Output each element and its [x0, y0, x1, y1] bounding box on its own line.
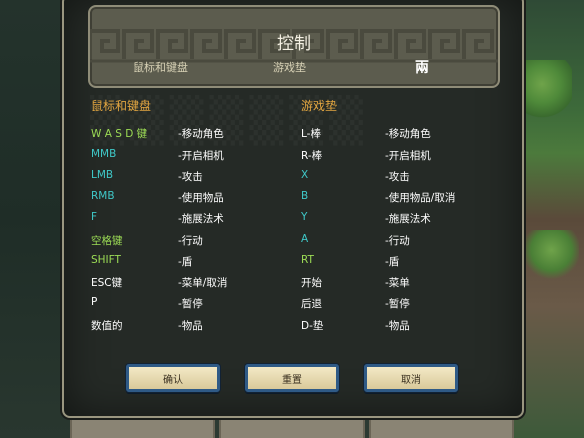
confirm-button[interactable]: 确认 [126, 364, 220, 392]
keyboard-key-label: P [91, 296, 98, 308]
gamepad-action-label: -使用物品/取消 [385, 192, 456, 204]
keyboard-action-label: -盾 [178, 256, 193, 268]
keyboard-key-label: ESC键 [91, 277, 123, 289]
keyboard-action-label: -施展法术 [178, 213, 224, 225]
tab-gamepad[interactable]: 游戏垫 [273, 59, 306, 75]
keyboard-action-label: -暂停 [178, 298, 203, 310]
gamepad-key-label: RT [301, 254, 314, 266]
keyboard-action-label: -移动角色 [178, 128, 224, 140]
gamepad-action-label: -暂停 [385, 298, 410, 310]
keyboard-action-label: -物品 [178, 320, 203, 332]
keyboard-key-label: MMB [91, 148, 117, 160]
background-scenery-left [0, 0, 70, 438]
gamepad-action-label: -菜单 [385, 277, 410, 289]
keyboard-key-label: RMB [91, 190, 115, 202]
gamepad-key-label: D-垫 [301, 320, 324, 332]
gamepad-key-label: R-棒 [301, 150, 323, 162]
keyboard-key-label: W A S D 键 [91, 128, 148, 140]
gamepad-key-label: Y [301, 211, 308, 223]
keyboard-key-label: 空格键 [91, 235, 123, 247]
gamepad-action-label: -开启相机 [385, 150, 431, 162]
gamepad-action-label: -物品 [385, 320, 410, 332]
dialog-header: 控制 鼠标和键盘 游戏垫 兩 [88, 5, 500, 88]
keyboard-column-heading: 鼠标和键盘 [91, 99, 152, 113]
gamepad-action-label: -盾 [385, 256, 400, 268]
cancel-button[interactable]: 取消 [364, 364, 458, 392]
gamepad-key-label: B [301, 190, 309, 202]
tab-mouse-keyboard[interactable]: 鼠标和键盘 [133, 59, 188, 75]
gamepad-action-label: -攻击 [385, 171, 410, 183]
keyboard-action-label: -菜单/取消 [178, 277, 228, 289]
gamepad-action-label: -施展法术 [385, 213, 431, 225]
header-tab-bar: 鼠标和键盘 游戏垫 兩 [90, 59, 498, 79]
keyboard-key-label: LMB [91, 169, 114, 181]
tab-other[interactable]: 兩 [415, 57, 429, 77]
keyboard-key-label: SHIFT [91, 254, 121, 266]
gamepad-key-label: 后退 [301, 298, 322, 310]
gamepad-action-label: -行动 [385, 235, 410, 247]
gamepad-key-label: A [301, 233, 309, 245]
keyboard-action-label: -开启相机 [178, 150, 224, 162]
keyboard-action-label: -使用物品 [178, 192, 224, 204]
keyboard-action-label: -行动 [178, 235, 203, 247]
keyboard-action-label: -攻击 [178, 171, 203, 183]
gamepad-key-label: 开始 [301, 277, 322, 289]
keyboard-key-label: F [91, 211, 98, 223]
gamepad-key-label: L-棒 [301, 128, 321, 140]
dialog-title: 控制 [277, 34, 311, 54]
background-scenery-right [514, 0, 584, 438]
gamepad-action-label: -移动角色 [385, 128, 431, 140]
reset-button[interactable]: 重置 [245, 364, 339, 392]
gamepad-column-heading: 游戏垫 [301, 99, 338, 113]
gamepad-key-label: X [301, 169, 309, 181]
keyboard-key-label: 数值的 [91, 320, 123, 332]
